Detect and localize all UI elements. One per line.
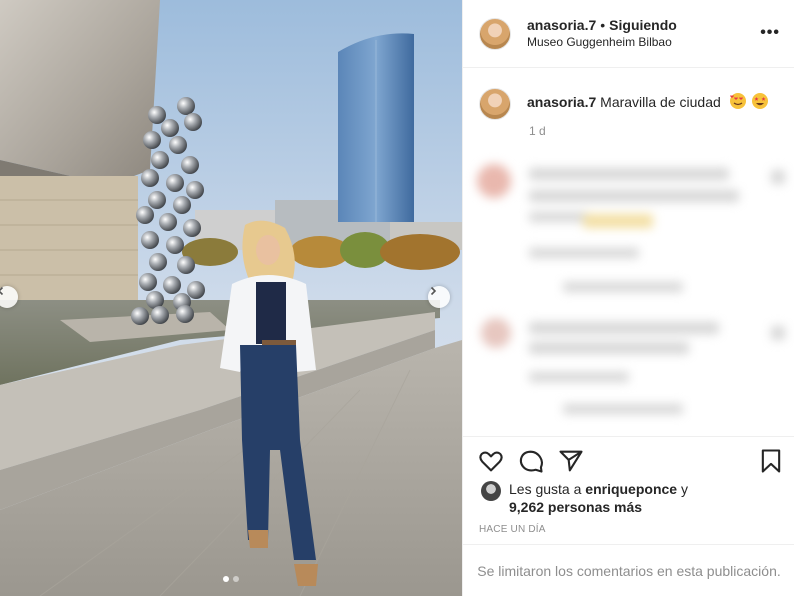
blurred-text [563,282,683,292]
star-struck-icon [751,93,768,109]
caption-avatar[interactable] [479,88,511,120]
blurred-like [771,326,785,340]
likes-conjunction: y [680,481,688,497]
blurred-text [529,212,589,222]
caption-text: Maravilla de ciudad [600,94,721,110]
liker-avatar[interactable] [481,481,501,501]
liker-username[interactable]: enriqueponce [585,481,677,497]
paper-plane-icon[interactable] [557,447,585,475]
chevron-left-icon [0,286,4,296]
carousel-indicator [0,576,462,582]
comments-disabled-notice: Se limitaron los comentarios en esta pub… [463,544,794,596]
post-timestamp[interactable]: HACE UN DÍA [479,524,546,535]
post-author-meta: anasoria.7 • Siguiendo Museo Guggenheim Bi… [527,17,677,51]
chevron-right-icon [430,286,437,296]
separator-dot: • [600,16,606,33]
blurred-avatar [481,318,511,348]
post-header: anasoria.7 • Siguiendo Museo Guggenheim Bi… [463,0,794,68]
carousel-dot [233,576,239,582]
likes-prefix: Les gusta a [509,481,582,497]
more-options-icon[interactable]: ••• [760,24,780,42]
heart-icon[interactable] [477,447,505,475]
caption-username[interactable]: anasoria.7 [527,94,596,110]
likes-summary: Les gusta a enriqueponce y 9,262 persona… [481,480,688,516]
blurred-like [771,170,785,184]
blurred-text [563,404,683,414]
post-photo[interactable] [0,0,462,596]
caption: anasoria.7 Maravilla de ciudad 1 d [479,88,769,138]
author-username[interactable]: anasoria.7 [527,17,596,33]
blurred-avatar [477,164,511,198]
blurred-text [529,322,719,334]
obscured-comments [463,150,794,430]
caption-time: 1 d [529,124,546,138]
blurred-text [529,168,729,180]
blurred-text [529,190,739,202]
bookmark-icon[interactable] [757,447,785,475]
blurred-text [529,372,629,382]
photo-scene [0,0,462,596]
blurred-text [529,342,689,354]
location-link[interactable]: Museo Guggenheim Bilbao [527,34,677,51]
caption-text-line: anasoria.7 Maravilla de ciudad [527,88,769,120]
blurred-highlight [583,214,653,228]
blurred-text [529,248,639,258]
likes-text: Les gusta a enriqueponce y 9,262 persona… [509,480,688,516]
avatar[interactable] [479,17,511,50]
comment-icon[interactable] [517,447,545,475]
post-details-panel: anasoria.7 • Siguiendo Museo Guggenheim Bi… [462,0,794,596]
smiling-face-with-hearts-icon [729,93,746,109]
following-button[interactable]: Siguiendo [609,17,677,33]
carousel-next-button[interactable] [428,286,450,308]
carousel-dot-active [223,576,229,582]
likes-count-link[interactable]: 9,262 personas más [509,499,642,515]
